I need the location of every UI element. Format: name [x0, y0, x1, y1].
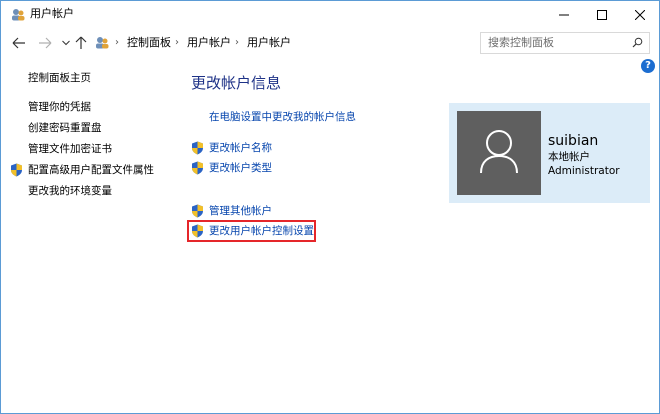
- highlight-box: [187, 220, 316, 242]
- search-icon[interactable]: [632, 37, 643, 48]
- chevron-down-icon: [62, 40, 70, 46]
- minimize-icon: [559, 14, 569, 15]
- sidebar-item-password-reset-disk[interactable]: 创建密码重置盘: [28, 122, 102, 135]
- window-title: 用户帐户: [30, 7, 74, 20]
- pc-settings-link[interactable]: 在电脑设置中更改我的帐户信息: [209, 111, 356, 124]
- users-icon: [96, 37, 109, 49]
- question-mark-icon: ?: [645, 60, 651, 71]
- breadcrumb-user-accounts-current[interactable]: 用户帐户: [247, 36, 291, 50]
- uac-shield-icon: [192, 161, 203, 175]
- arrow-up-icon: [75, 36, 87, 49]
- help-button[interactable]: ?: [641, 59, 655, 73]
- chevron-right-icon: ›: [115, 37, 119, 48]
- up-button[interactable]: [73, 35, 89, 51]
- change-account-name-link[interactable]: 更改帐户名称: [209, 142, 272, 155]
- uac-shield-icon: [192, 204, 203, 218]
- title-bar: 用户帐户: [1, 1, 659, 28]
- account-role: Administrator: [548, 165, 620, 177]
- close-icon: [635, 9, 645, 20]
- sidebar-item-environment-variables[interactable]: 更改我的环境变量: [28, 185, 112, 198]
- breadcrumb-control-panel[interactable]: 控制面板: [127, 36, 171, 50]
- chevron-right-icon: ›: [235, 37, 239, 48]
- chevron-right-icon: ›: [175, 37, 179, 48]
- avatar: [457, 111, 541, 195]
- maximize-button[interactable]: [583, 1, 621, 28]
- page-title: 更改帐户信息: [191, 74, 282, 92]
- back-button[interactable]: [11, 35, 27, 51]
- address-bar[interactable]: › 控制面板 › 用户帐户 › 用户帐户: [91, 32, 555, 54]
- breadcrumb-user-accounts[interactable]: 用户帐户: [187, 36, 231, 50]
- recent-locations-button[interactable]: [58, 35, 74, 51]
- account-card: suibian 本地帐户 Administrator: [449, 103, 650, 203]
- sidebar-item-advanced-profile-properties[interactable]: 配置高级用户配置文件属性: [28, 164, 154, 177]
- uac-shield-icon: [11, 163, 22, 177]
- change-account-type-link[interactable]: 更改帐户类型: [209, 162, 272, 175]
- account-name: suibian: [548, 133, 599, 149]
- sidebar-item-file-encryption-certs[interactable]: 管理文件加密证书: [28, 143, 112, 156]
- sidebar-item-manage-credentials[interactable]: 管理你的凭据: [28, 101, 91, 114]
- user-icon: [480, 130, 518, 174]
- users-icon: [12, 9, 25, 21]
- minimize-button[interactable]: [545, 1, 583, 28]
- close-button[interactable]: [621, 1, 659, 28]
- arrow-left-icon: [12, 37, 25, 49]
- forward-button[interactable]: [37, 35, 53, 51]
- arrow-right-icon: [39, 37, 52, 49]
- manage-other-accounts-link[interactable]: 管理其他帐户: [209, 205, 272, 218]
- search-placeholder: 搜索控制面板: [488, 36, 554, 49]
- maximize-icon: [597, 9, 607, 20]
- account-type: 本地帐户: [548, 151, 590, 163]
- uac-shield-icon: [192, 141, 203, 155]
- search-box[interactable]: 搜索控制面板: [480, 32, 650, 54]
- user-accounts-window: 用户帐户 › 控制面板 › 用户帐户 › 用户帐户 搜索控制面板 ? 控制面板主…: [0, 0, 660, 414]
- sidebar-item-control-panel-home[interactable]: 控制面板主页: [28, 72, 91, 85]
